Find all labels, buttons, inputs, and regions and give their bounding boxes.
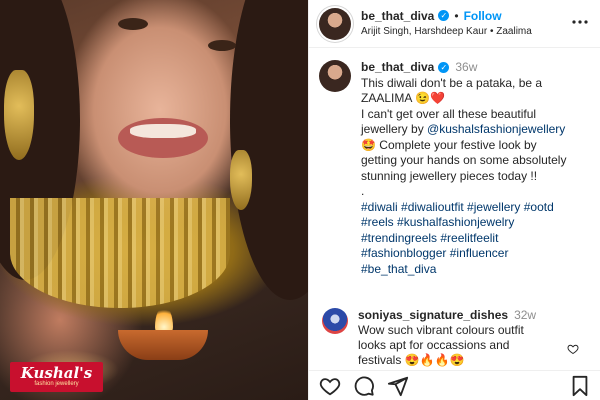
audio-label[interactable]: Arijit Singh, Harshdeep Kaur • Zaalima [361,24,532,40]
send-icon[interactable] [387,375,409,397]
hashtag-link[interactable]: #trendingreels #reelitfeelit [361,231,583,247]
comment-like-icon[interactable] [567,342,579,355]
comment-avatar[interactable] [322,308,348,334]
comment-line: looks apt for occassions and [358,338,510,352]
caption-line: jewellery by @kushalsfashionjewellery [361,122,583,138]
comment-icon[interactable] [353,375,375,397]
header-text: be_that_diva ✓ • Follow Arijit Singh, Ha… [361,8,532,40]
bookmark-icon[interactable] [569,375,591,397]
caption-line: stunning jewellery pieces today !! [361,168,538,183]
caption-text: jewellery by [361,122,428,136]
caption: be_that_diva ✓ 36w This diwali don't be … [309,48,600,277]
brand-logo-subtext: fashion jewellery [34,381,79,387]
diya-lamp [118,330,208,360]
more-options-icon[interactable] [572,12,588,28]
hashtag-link[interactable]: #reels #kushalfashionjewelry [361,215,583,231]
earring-left [4,70,34,160]
caption-line: This diwali don't be a pataka, be a [361,75,543,90]
dot-separator: • [454,8,459,23]
earring-right [230,150,252,210]
eye-left [118,18,148,30]
comment-item: soniyas_signature_dishes 32w Wow such vi… [309,308,600,368]
brand-logo-text: Kushal's [20,364,93,382]
verified-icon: ✓ [438,62,450,74]
heart-icon[interactable] [319,375,341,397]
teeth [130,124,196,138]
comment-line: Wow such vibrant colours outfit [358,323,524,337]
follow-button[interactable]: Follow [464,8,502,24]
post-header: be_that_diva ✓ • Follow Arijit Singh, Ha… [309,0,600,48]
choker-necklace [10,198,230,308]
hashtag-link[interactable]: #fashionblogger #influencer [361,246,583,262]
comment-username[interactable]: soniyas_signature_dishes [358,308,508,323]
caption-line: ZAALIMA 😉❤️ [361,91,445,105]
mention-link[interactable]: @kushalsfashionjewellery [427,122,565,136]
avatar[interactable] [319,7,351,40]
post-panel: be_that_diva ✓ • Follow Arijit Singh, Ha… [308,0,600,400]
caption-line: I can't get over all these beautiful [361,106,537,121]
caption-line: . [361,184,365,198]
header-username[interactable]: be_that_diva [361,8,434,24]
brand-logo: Kushal's fashion jewellery [10,362,103,392]
action-bar [309,370,600,400]
comment-time[interactable]: 32w [514,308,536,323]
hashtag-link[interactable]: #be_that_diva [361,262,583,278]
comment-line: festivals 😍🔥🔥😍 [358,353,465,367]
caption-line: getting your hands on some absolutely [361,153,567,167]
verified-icon: ✓ [438,10,450,21]
hashtag-link[interactable]: #diwali #diwalioutfit #jewellery #ootd [361,200,583,216]
eye-right [208,40,236,51]
caption-line: 🤩 Complete your festive look by [361,137,537,152]
caption-avatar[interactable] [319,60,351,92]
reel-video[interactable]: Kushal's fashion jewellery [0,0,308,400]
caption-username[interactable]: be_that_diva [361,60,434,76]
caption-time[interactable]: 36w [455,60,477,76]
